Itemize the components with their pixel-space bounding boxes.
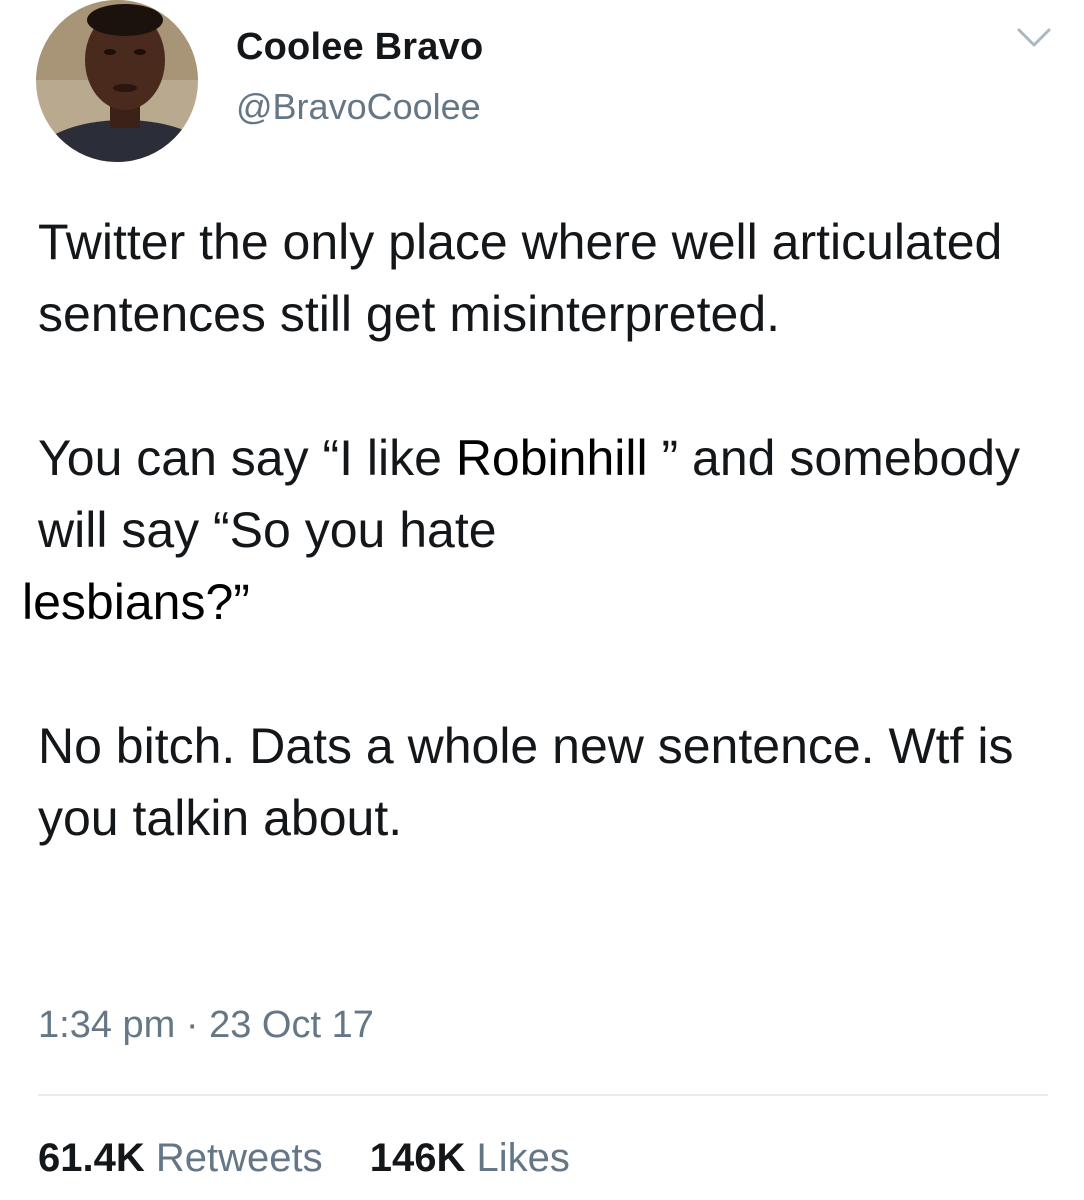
tweet-paragraph-1: Twitter the only place where well articu… [38,214,1003,342]
overlay-text-lesbians: lesbians?” [22,574,250,630]
chevron-down-icon[interactable] [1016,26,1052,50]
likes-stat[interactable]: 146K Likes [370,1136,570,1181]
tweet-timestamp[interactable]: 1:34 pm · 23 Oct 17 [38,1004,374,1047]
likes-label: Likes [476,1136,570,1180]
tweet-paragraph-3: No bitch. Dats a whole new sentence. Wtf… [38,718,1014,846]
user-handle[interactable]: @BravoCoolee [236,86,481,128]
overlay-text-robinhill: Robinhill [455,430,662,486]
display-name[interactable]: Coolee Bravo [236,26,483,69]
tweet-stats: 61.4K Retweets 146K Likes [38,1136,570,1181]
likes-count: 146K [369,1136,466,1180]
tweet-paragraph-2-start: You can say “I like [38,430,456,486]
tweet-text: Twitter the only place where well articu… [22,206,1048,854]
retweets-stat[interactable]: 61.4K Retweets [38,1136,323,1181]
tweet-paragraph-2: You can say “I like Robinhill ” and some… [22,422,1048,638]
divider [38,1094,1048,1096]
retweets-label: Retweets [155,1136,323,1180]
retweets-count: 61.4K [38,1136,145,1180]
avatar[interactable] [36,0,198,162]
